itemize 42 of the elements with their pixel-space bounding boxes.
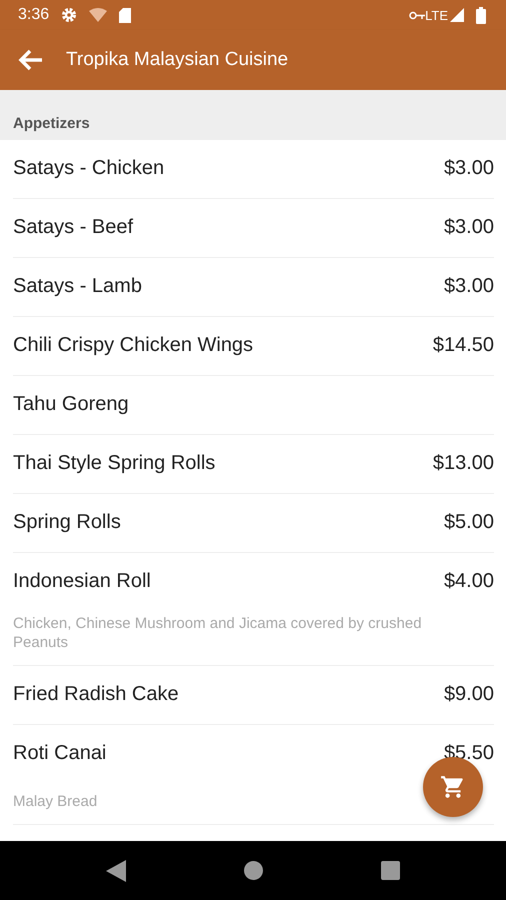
section-title: Appetizers — [13, 115, 90, 132]
item-name: Thai Style Spring Rolls — [13, 452, 216, 475]
settings-icon — [61, 7, 78, 23]
signal-icon — [450, 8, 464, 22]
item-description: Chicken, Chinese Mushroom and Jicama covered by crushed Peanuts — [13, 614, 423, 652]
item-price: $3.00 — [444, 216, 494, 239]
home-nav-button[interactable] — [244, 861, 263, 880]
menu-item[interactable]: Indonesian Roll $4.00 Chicken, Chinese Mushroom and Jicama covered by crushed Peanuts — [13, 553, 494, 666]
item-price: $9.00 — [444, 683, 494, 706]
item-name: Spring Rolls — [13, 511, 121, 534]
item-price: $14.50 — [432, 334, 494, 357]
menu-item[interactable]: Satays - Chicken $3.00 — [13, 140, 494, 199]
item-name: Roti Canai — [13, 742, 106, 765]
menu-item[interactable]: Thai Style Spring Rolls $13.00 — [13, 435, 494, 494]
item-name: Satays - Beef — [13, 216, 134, 239]
item-name: Tahu Goreng — [13, 393, 129, 416]
menu-item[interactable]: Fried Radish Cake $9.00 — [13, 666, 494, 725]
item-price: $5.00 — [444, 511, 494, 534]
item-price: $3.00 — [444, 275, 494, 298]
item-name: Satays - Lamb — [13, 275, 142, 298]
menu-item[interactable]: Chili Crispy Chicken Wings $14.50 — [13, 317, 494, 376]
battery-icon — [476, 6, 486, 24]
item-price: $3.00 — [444, 157, 494, 180]
item-description: Malay Bread — [13, 792, 98, 811]
item-name: Indonesian Roll — [13, 570, 151, 593]
item-price: $13.00 — [432, 452, 494, 475]
key-icon — [409, 10, 426, 20]
menu-item[interactable]: Spring Rolls $5.00 — [13, 494, 494, 553]
item-name: Satays - Chicken — [13, 157, 164, 180]
menu-item[interactable]: Tahu Goreng — [13, 376, 494, 435]
item-name: Chili Crispy Chicken Wings — [13, 334, 254, 357]
wifi-icon — [89, 8, 108, 22]
menu-item[interactable]: Satays - Beef $3.00 — [13, 199, 494, 258]
status-time: 3:36 — [18, 6, 50, 24]
sd-card-icon — [119, 8, 132, 22]
menu-item[interactable]: Satays - Lamb $3.00 — [13, 258, 494, 317]
network-type: LTE — [425, 8, 448, 22]
back-button[interactable] — [18, 49, 44, 71]
app-bar-title: Tropika Malaysian Cuisine — [66, 49, 288, 71]
item-name: Fried Radish Cake — [13, 683, 179, 706]
back-nav-button[interactable] — [106, 860, 126, 882]
item-price: $4.00 — [444, 570, 494, 593]
